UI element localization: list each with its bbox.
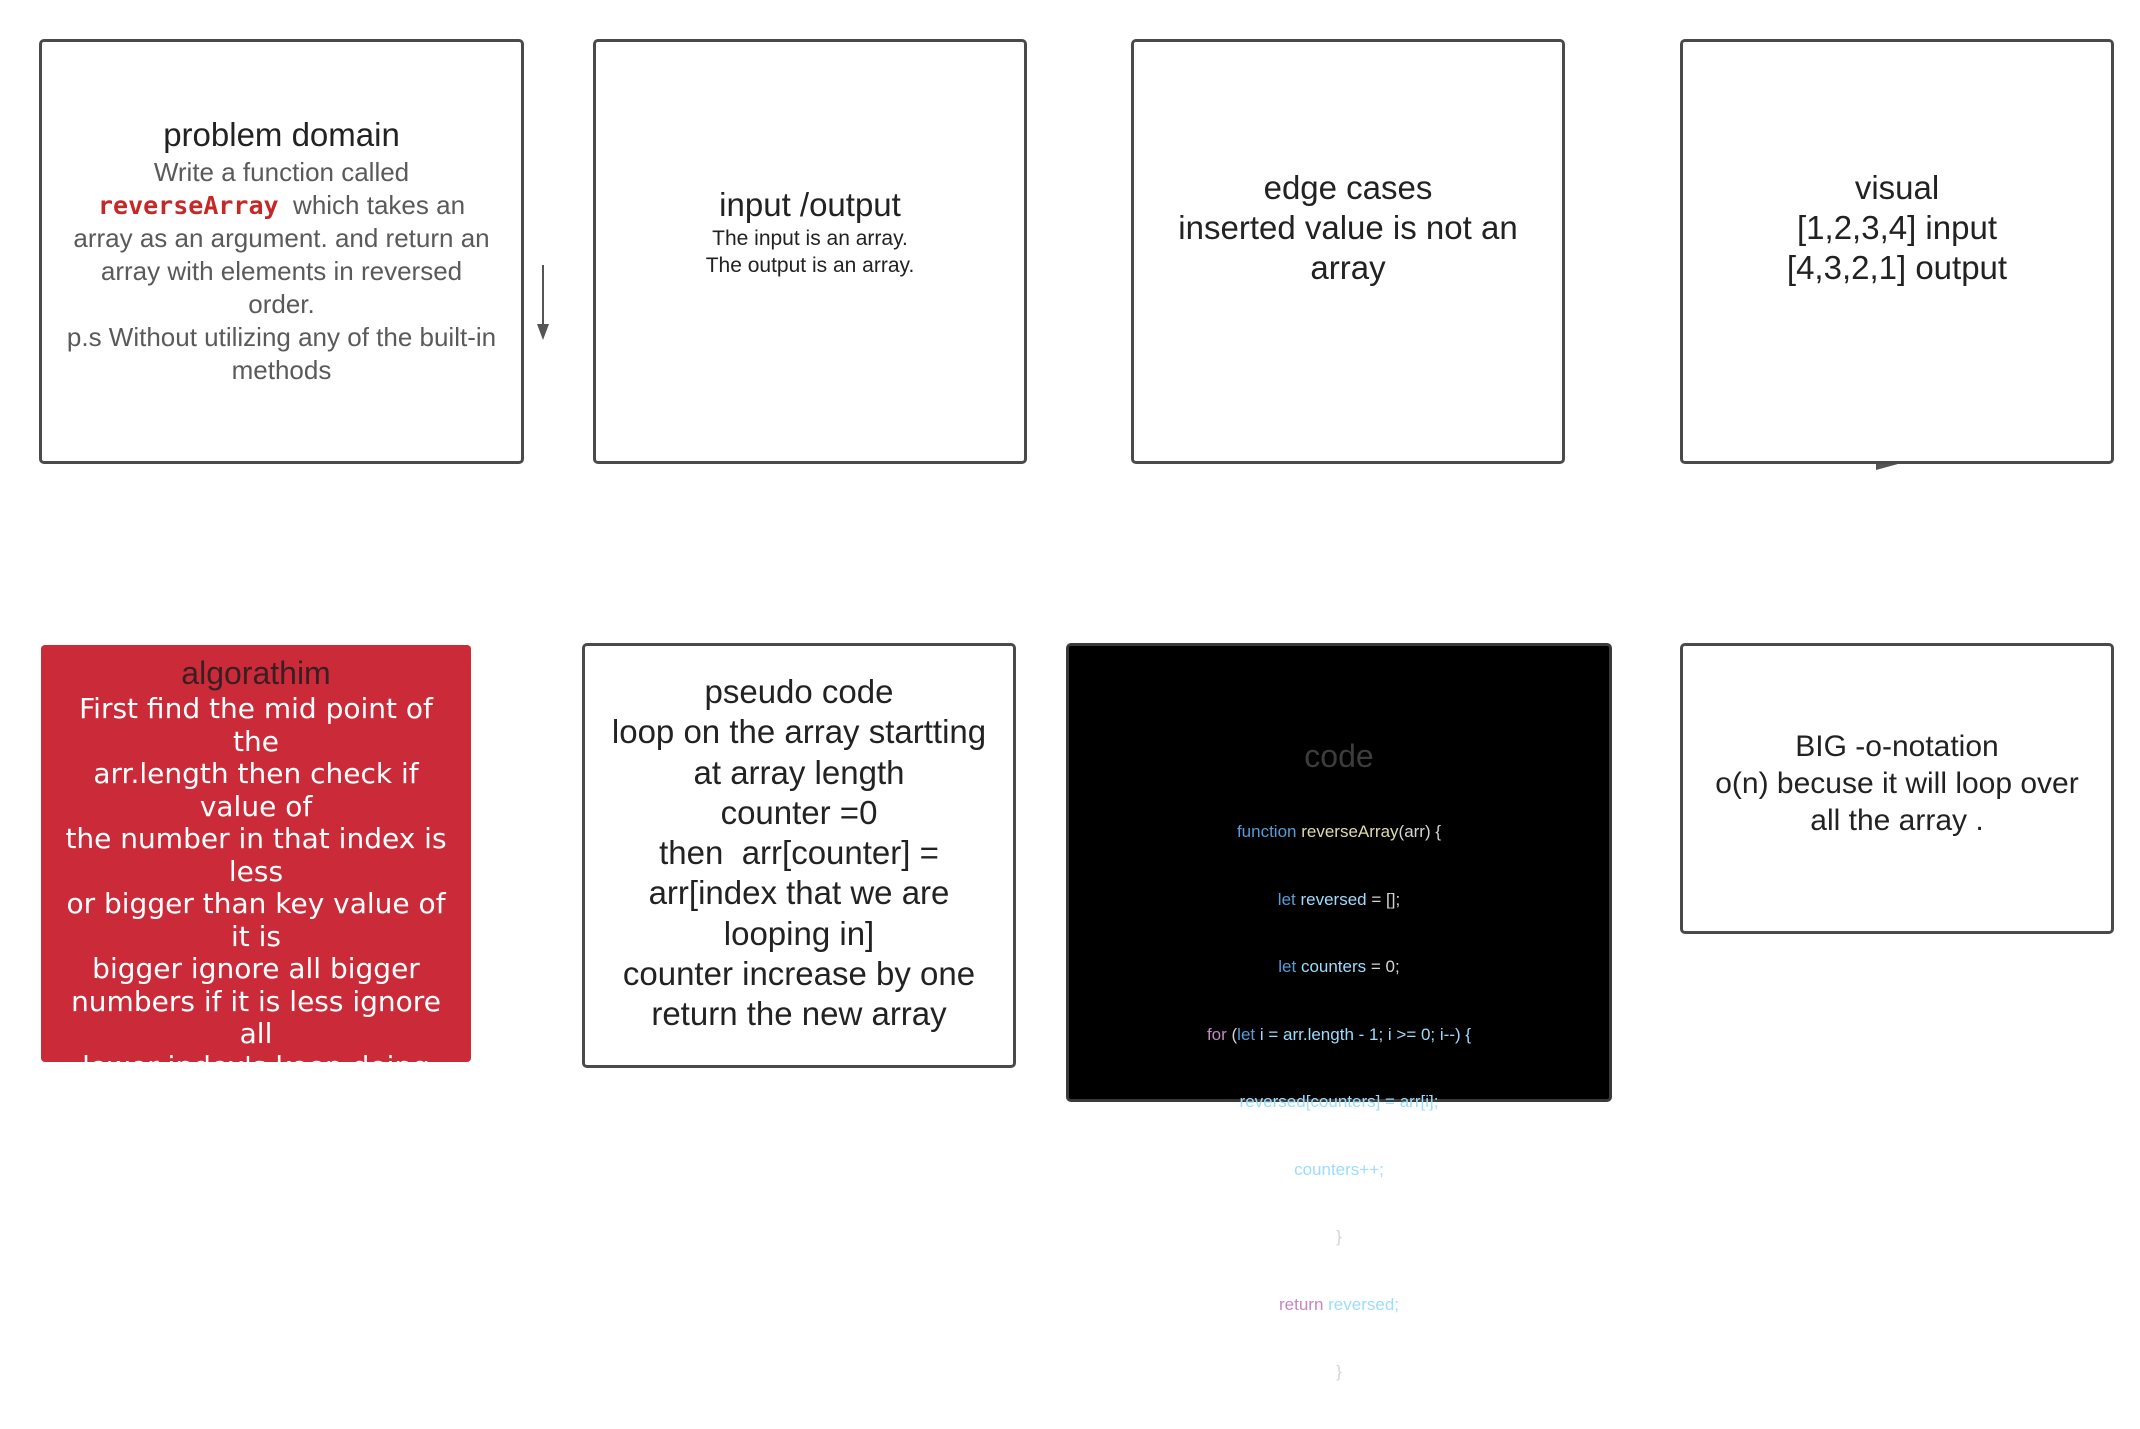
code-line: for (let i = arr.length - 1; i >= 0; i--… — [1207, 1024, 1471, 1047]
code-text: (arr) { — [1398, 822, 1442, 841]
big-o-line: o(n) becuse it will loop over — [1715, 767, 2079, 800]
code-function-name: reverseArray — [1296, 822, 1399, 841]
code-line: return reversed; — [1207, 1294, 1471, 1317]
algorithm-line: or bigger than key value of it is — [66, 887, 446, 953]
code-card: code function reverseArray(arr) { let re… — [1066, 643, 1612, 1381]
pseudo-code-line: counter increase by one — [622, 955, 976, 993]
pseudo-code-card: pseudo code loop on the array startting … — [582, 643, 1016, 1068]
visual-output-example: [4,3,2,1] output — [1786, 249, 2008, 286]
edge-cases-title: edge cases — [1263, 169, 1433, 206]
visual-card: visual [1,2,3,4] input [4,3,2,1] output — [1680, 39, 2114, 464]
big-o-notation-card: BIG -o-notation o(n) becuse it will loop… — [1680, 643, 2114, 934]
pseudo-code-line: at array length — [693, 753, 905, 791]
code-keyword: let — [1278, 957, 1297, 976]
pseudo-code-line: arr[index that we are — [648, 874, 950, 912]
code-line: counters++; — [1294, 1159, 1384, 1179]
arrowhead-problem-down — [537, 324, 549, 340]
problem-line: array as an argument. and return an — [73, 223, 490, 253]
algorithm-line: key value does not exist .then — [85, 1244, 427, 1310]
visual-title: visual — [1854, 169, 1940, 206]
code-title: code — [1304, 738, 1374, 774]
algorithm-line: bigger ignore all bigger — [92, 952, 420, 985]
algorithm-line: the number in that index is less — [65, 822, 447, 888]
edge-case-line: array — [1310, 249, 1386, 286]
code-text: i = arr.length - 1; i >= 0; i--) { — [1255, 1024, 1472, 1044]
code-variable: reversed — [1295, 889, 1367, 909]
edge-cases-card: edge cases inserted value is not an arra… — [1131, 39, 1565, 464]
input-description: The input is an array. — [712, 227, 908, 250]
code-text: reversed; — [1323, 1294, 1399, 1314]
code-line: } — [1336, 1362, 1342, 1381]
output-description: The output is an array. — [705, 254, 915, 277]
code-text: = 0; — [1366, 957, 1400, 976]
algorithm-line: arr.length then check if value of — [93, 757, 419, 823]
code-line: function reverseArray(arr) { — [1207, 821, 1471, 844]
problem-domain-title: problem domain — [163, 116, 400, 153]
code-text: ( — [1226, 1024, 1238, 1044]
code-line: let reversed = []; — [1207, 889, 1471, 912]
algorithm-card: algorathim First find the mid point of t… — [41, 645, 471, 1342]
code-text: = []; — [1366, 889, 1401, 909]
input-output-title: input /output — [719, 186, 901, 223]
code-variable: counters — [1296, 957, 1367, 976]
code-line: } — [1336, 1227, 1342, 1246]
algorithm-line: numbers if it is less ignore all — [71, 984, 441, 1050]
problem-line: p.s Without utilizing any of the built-i… — [66, 322, 497, 352]
pseudo-code-line: counter =0 — [720, 793, 878, 831]
visual-input-example: [1,2,3,4] input — [1797, 209, 1997, 246]
problem-line: array with elements in reversed — [100, 256, 463, 286]
problem-domain-card: problem domain Write a function called r… — [39, 39, 524, 464]
pseudo-code-line: looping in] — [723, 914, 875, 952]
pseudo-code-line: return the new array — [651, 995, 947, 1033]
function-name: reverseArray — [97, 191, 279, 220]
problem-line-rest: which takes an — [278, 190, 466, 220]
code-block: function reverseArray(arr) { let reverse… — [1207, 776, 1471, 1429]
big-o-line: all the array . — [1810, 804, 1984, 837]
algorithm-title: algorathim — [181, 655, 331, 691]
code-keyword: function — [1236, 822, 1297, 841]
code-keyword: return — [1278, 1294, 1324, 1314]
problem-line: methods — [231, 355, 332, 385]
pseudo-code-line: then arr[counter] = — [659, 834, 939, 872]
edge-case-line: inserted value is not an — [1178, 209, 1518, 246]
algorithm-line: First find the mid point of the — [79, 692, 433, 758]
pseudo-code-title: pseudo code — [704, 673, 894, 710]
code-line: reversed[counters] = arr[i]; — [1239, 1092, 1439, 1111]
code-keyword: let — [1277, 889, 1296, 909]
code-keyword: for — [1206, 1024, 1227, 1044]
problem-line: order. — [248, 289, 315, 319]
problem-line: Write a function called — [153, 157, 410, 187]
code-line: let counters = 0; — [1207, 956, 1471, 979]
algorithm-line: the value of the index is equal — [86, 1114, 426, 1180]
algorithm-line: to the key value and return it or — [64, 1179, 448, 1245]
algorithm-line: return -1 — [194, 1309, 318, 1343]
algorithm-line: lower index's keep doing until — [82, 1049, 430, 1115]
problem-domain-body: Write a function called reverseArray whi… — [67, 156, 496, 387]
code-keyword: let — [1237, 1024, 1256, 1044]
input-output-card: input /output The input is an array. The… — [593, 39, 1027, 464]
algorithm-body: First find the mid point of the arr.leng… — [53, 692, 459, 1343]
big-o-title: BIG -o-notation — [1795, 730, 1999, 763]
problem-line: reverseArray which takes an — [67, 189, 496, 222]
pseudo-code-line: loop on the array startting — [611, 713, 987, 751]
